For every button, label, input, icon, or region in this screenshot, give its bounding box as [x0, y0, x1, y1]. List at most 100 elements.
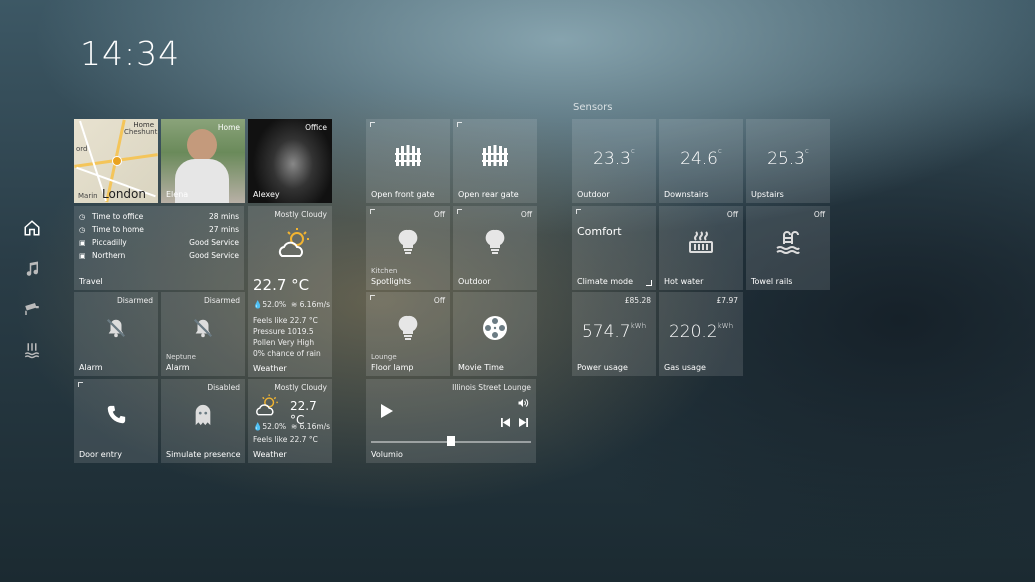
travel-row-value: Good Service [189, 251, 239, 260]
tile-label: Climate mode [577, 277, 634, 286]
presence-status: Disabled [207, 383, 240, 392]
tile-label: Door entry [79, 450, 122, 459]
person-location-map[interactable]: Home Cheshunt ord Marin London [74, 119, 158, 203]
ghost-icon [192, 403, 214, 429]
clock: 14:34 [80, 34, 181, 73]
humidity-value: 52.0% [262, 300, 287, 309]
tile-sublabel: Kitchen [371, 267, 398, 275]
play-button[interactable] [380, 403, 394, 421]
weather-tile[interactable]: Mostly Cloudy 22.7 °C 💧52.0% ≋ 6.16m/s F… [248, 206, 332, 377]
tile-sublabel: Neptune [166, 353, 196, 361]
energy-value: 574.7 [581, 322, 631, 342]
front-gate-tile[interactable]: Open front gate [366, 119, 450, 203]
alarm-tile[interactable]: Disarmed Alarm [74, 292, 158, 376]
alarm-tile-neptune[interactable]: Disarmed Neptune Alarm [161, 292, 245, 376]
clock-icon: ◷ [79, 212, 86, 221]
tile-label: Simulate presence [166, 450, 241, 459]
corner-marker [576, 209, 581, 214]
energy-reading: 220.2kWh [659, 322, 743, 342]
weather-tile-small[interactable]: Mostly Cloudy 22.7 °C 💧52.0% ≋ 6.16m/s F… [248, 379, 332, 463]
rear-gate-tile[interactable]: Open rear gate [453, 119, 537, 203]
hot-water-status: Off [726, 210, 738, 219]
volume-button[interactable] [517, 397, 529, 411]
weather-humidity-wind: 💧52.0% ≋ 6.16m/s [253, 422, 330, 431]
tile-label: Open rear gate [458, 190, 519, 199]
humidity-icon: 💧 [253, 300, 263, 309]
next-button[interactable] [519, 418, 528, 429]
corner-marker [457, 122, 462, 127]
wind-value: 6.16m/s [299, 422, 331, 431]
sensor-reading: 25.3c [746, 147, 830, 169]
heating-icon[interactable] [21, 339, 43, 361]
travel-row-value: Good Service [189, 238, 239, 247]
sensor-reading: 24.6c [659, 147, 743, 169]
corner-marker [78, 382, 83, 387]
lightbulb-icon [398, 229, 418, 257]
tile-label: Spotlights [371, 277, 412, 286]
sensor-outdoor[interactable]: 23.3c Outdoor [572, 119, 656, 203]
corner-marker [370, 122, 375, 127]
person-elena[interactable]: Home Elena [161, 119, 245, 203]
train-icon: ▣ [79, 238, 86, 247]
door-entry-tile[interactable]: Door entry [74, 379, 158, 463]
previous-button[interactable] [501, 418, 510, 429]
floor-lamp-tile[interactable]: Off Lounge Floor lamp [366, 292, 450, 376]
travel-row-label: Time to home [92, 225, 144, 234]
tile-label: Travel [79, 277, 103, 286]
music-icon[interactable] [21, 258, 43, 280]
sensor-downstairs[interactable]: 24.6c Downstairs [659, 119, 743, 203]
bell-off-icon [192, 317, 214, 341]
corner-marker [457, 209, 462, 214]
media-player-tile[interactable]: Illinois Street Lounge Volumio [366, 379, 536, 463]
gas-cost: £7.97 [716, 296, 738, 305]
wind-icon: ≋ [290, 422, 298, 431]
humidity-icon: 💧 [253, 422, 263, 431]
lightbulb-icon [398, 315, 418, 343]
simulate-presence-tile[interactable]: Disabled Simulate presence [161, 379, 245, 463]
sensor-upstairs[interactable]: 25.3c Upstairs [746, 119, 830, 203]
tile-label: Volumio [371, 450, 403, 459]
wind-icon: ≋ [290, 300, 298, 309]
travel-tile[interactable]: ◷ Time to office 28 mins ◷ Time to home 27… [74, 206, 244, 290]
tile-label: Upstairs [751, 190, 784, 199]
tile-label: Outdoor [577, 190, 610, 199]
map-place-label: Cheshunt [124, 128, 158, 136]
person-alexey[interactable]: Office Alexey [248, 119, 332, 203]
water-heater-icon [689, 231, 713, 255]
travel-row: ◷ Time to office 28 mins [79, 212, 239, 221]
tile-label: Alarm [166, 363, 190, 372]
sensors-section-title: Sensors [573, 102, 613, 113]
weather-temp: 22.7 °C [253, 276, 310, 294]
tile-label: Towel rails [751, 277, 793, 286]
spotlights-tile[interactable]: Off Kitchen Spotlights [366, 206, 450, 290]
power-usage-tile[interactable]: £85.28 574.7kWh Power usage [572, 292, 656, 376]
sensor-unit: c [718, 147, 722, 155]
outdoor-light-tile[interactable]: Off Outdoor [453, 206, 537, 290]
tile-label: Gas usage [664, 363, 706, 372]
sensor-unit: c [631, 147, 635, 155]
gate-icon [395, 144, 421, 168]
camera-icon[interactable] [21, 298, 43, 320]
volume-slider-knob[interactable] [447, 436, 455, 446]
climate-mode-tile[interactable]: Comfort Climate mode [572, 206, 656, 290]
tile-label: Power usage [577, 363, 628, 372]
tile-label: Alarm [79, 363, 103, 372]
map-city-label: London [102, 187, 146, 201]
phone-icon [105, 404, 127, 428]
resize-corner-icon [646, 280, 652, 286]
film-reel-icon [482, 315, 508, 343]
tile-label: Weather [253, 450, 287, 459]
tile-label: Weather [253, 364, 287, 373]
climate-mode-value: Comfort [577, 225, 622, 238]
location-pin-icon [112, 156, 122, 166]
towel-rails-tile[interactable]: Off Towel rails [746, 206, 830, 290]
home-icon[interactable] [21, 217, 43, 239]
travel-row-label: Piccadilly [92, 238, 127, 247]
bell-off-icon [105, 317, 127, 341]
hot-water-tile[interactable]: Off Hot water [659, 206, 743, 290]
travel-row: ▣ Northern Good Service [79, 251, 239, 260]
movie-time-tile[interactable]: Movie Time [453, 292, 537, 376]
gas-usage-tile[interactable]: £7.97 220.2kWh Gas usage [659, 292, 743, 376]
travel-row-label: Time to office [92, 212, 144, 221]
map-place-label: ord [76, 145, 88, 153]
